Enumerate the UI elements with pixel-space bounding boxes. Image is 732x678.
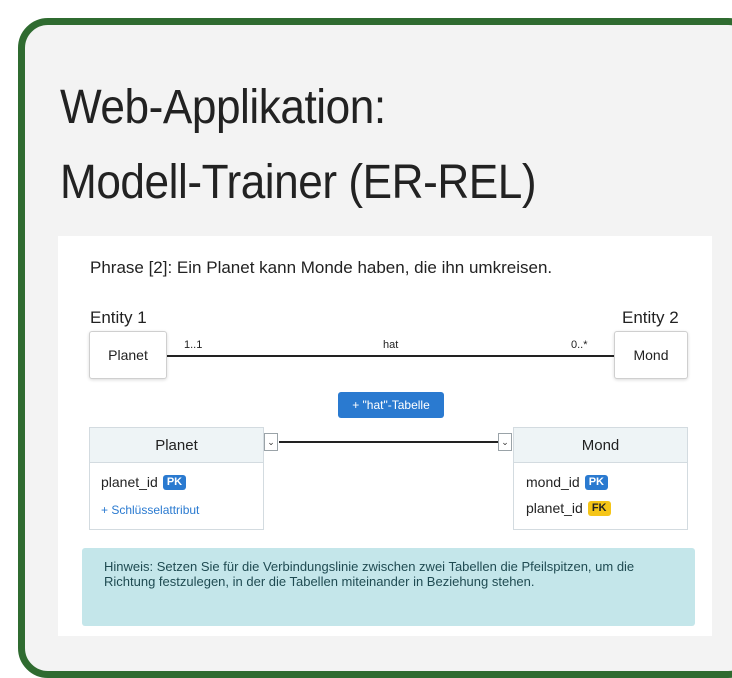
cardinality-left: 1..1 xyxy=(184,339,203,351)
hint-box: Hinweis: Setzen Sie für die Verbindungsl… xyxy=(82,548,695,626)
pk-badge: PK xyxy=(162,474,187,490)
arrowhead-select-right[interactable]: ⌄ xyxy=(498,433,512,451)
title-line-1: Web-Applikation: xyxy=(60,81,386,134)
pk-badge: PK xyxy=(584,474,608,490)
page-title: Web-Applikation: Modell-Trainer (ER-REL) xyxy=(60,70,537,220)
cardinality-right: 0..* xyxy=(571,339,588,351)
attribute-name: planet_id xyxy=(101,474,158,490)
relationship-line[interactable] xyxy=(167,355,614,357)
attribute-row: planet_id PK xyxy=(101,474,187,490)
add-relation-table-button[interactable]: + "hat"-Tabelle xyxy=(338,392,444,418)
entity-1-label: Entity 1 xyxy=(90,308,147,327)
entity-1-box[interactable]: Planet xyxy=(89,331,167,379)
table-planet-header: Planet xyxy=(90,428,263,463)
table-connection-line[interactable] xyxy=(279,441,498,443)
entity-2-name: Mond xyxy=(633,347,669,363)
attribute-name: mond_id xyxy=(526,474,580,490)
title-line-2: Modell-Trainer (ER-REL) xyxy=(60,156,537,209)
entity-2-box[interactable]: Mond xyxy=(614,331,688,379)
attribute-name: planet_id xyxy=(526,500,583,516)
fk-badge: FK xyxy=(587,500,611,516)
entity-2-label: Entity 2 xyxy=(622,308,679,327)
arrowhead-select-left[interactable]: ⌄ xyxy=(264,433,278,451)
entity-1-name: Planet xyxy=(108,347,148,363)
table-mond-header: Mond xyxy=(514,428,687,463)
attribute-row: mond_id PK xyxy=(526,474,608,490)
add-key-attribute-link[interactable]: + Schlüsselattribut xyxy=(101,503,199,517)
relationship-name: hat xyxy=(383,339,399,351)
phrase-text: Phrase [2]: Ein Planet kann Monde haben,… xyxy=(90,258,553,277)
attribute-row: planet_id FK xyxy=(526,500,611,516)
